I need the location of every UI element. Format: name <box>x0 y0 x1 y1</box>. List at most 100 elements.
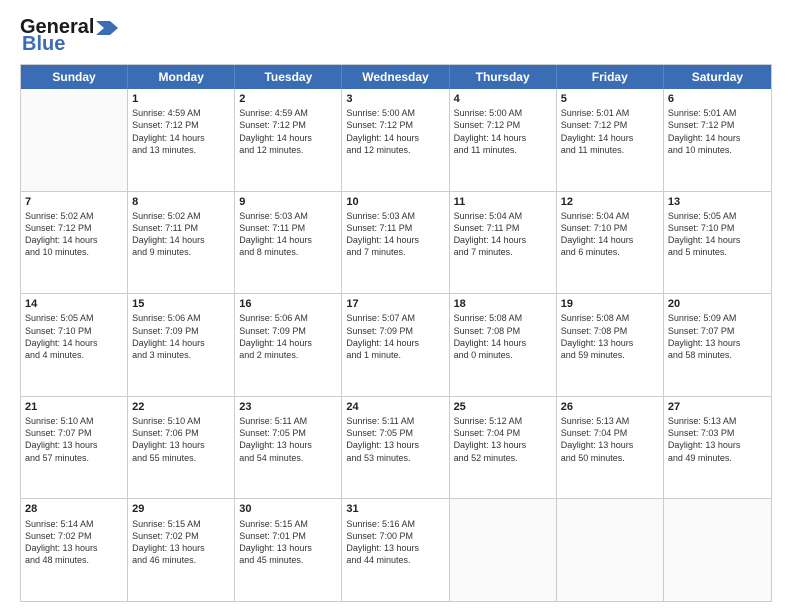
cal-cell: 11Sunrise: 5:04 AM Sunset: 7:11 PM Dayli… <box>450 192 557 294</box>
cal-cell: 22Sunrise: 5:10 AM Sunset: 7:06 PM Dayli… <box>128 397 235 499</box>
day-info: Sunrise: 4:59 AM Sunset: 7:12 PM Dayligh… <box>132 107 230 156</box>
day-info: Sunrise: 5:10 AM Sunset: 7:06 PM Dayligh… <box>132 415 230 464</box>
day-number: 3 <box>346 92 444 106</box>
day-number: 19 <box>561 297 659 311</box>
day-info: Sunrise: 5:04 AM Sunset: 7:11 PM Dayligh… <box>454 210 552 259</box>
day-info: Sunrise: 5:15 AM Sunset: 7:02 PM Dayligh… <box>132 518 230 567</box>
cal-cell: 28 Sunrise: 5:14 AM Sunset: 7:02 PM Dayli… <box>21 499 128 601</box>
day-info: Sunrise: 5:04 AM Sunset: 7:10 PM Dayligh… <box>561 210 659 259</box>
day-number: 9 <box>239 195 337 209</box>
day-number: 14 <box>25 297 123 311</box>
cal-cell: 4Sunrise: 5:00 AM Sunset: 7:12 PM Daylig… <box>450 89 557 191</box>
cal-cell: 21Sunrise: 5:10 AM Sunset: 7:07 PM Dayli… <box>21 397 128 499</box>
day-info: Sunrise: 5:06 AM Sunset: 7:09 PM Dayligh… <box>132 312 230 361</box>
cal-cell <box>557 499 664 601</box>
weekday-sunday: Sunday <box>21 65 128 89</box>
cal-cell: 24Sunrise: 5:11 AM Sunset: 7:05 PM Dayli… <box>342 397 449 499</box>
cal-cell: 5Sunrise: 5:01 AM Sunset: 7:12 PM Daylig… <box>557 89 664 191</box>
cal-cell: 20Sunrise: 5:09 AM Sunset: 7:07 PM Dayli… <box>664 294 771 396</box>
weekday-monday: Monday <box>128 65 235 89</box>
day-number: 15 <box>132 297 230 311</box>
day-info: Sunrise: 5:00 AM Sunset: 7:12 PM Dayligh… <box>454 107 552 156</box>
day-number: 29 <box>132 502 230 516</box>
day-number: 18 <box>454 297 552 311</box>
day-info: Sunrise: 5:02 AM Sunset: 7:11 PM Dayligh… <box>132 210 230 259</box>
day-number: 13 <box>668 195 767 209</box>
day-number: 23 <box>239 400 337 414</box>
logo-icon <box>96 19 118 37</box>
week-row-3: 14Sunrise: 5:05 AM Sunset: 7:10 PM Dayli… <box>21 294 771 397</box>
cal-cell: 23Sunrise: 5:11 AM Sunset: 7:05 PM Dayli… <box>235 397 342 499</box>
cal-cell: 3Sunrise: 5:00 AM Sunset: 7:12 PM Daylig… <box>342 89 449 191</box>
day-number: 22 <box>132 400 230 414</box>
day-number: 21 <box>25 400 123 414</box>
weekday-tuesday: Tuesday <box>235 65 342 89</box>
cal-cell: 19Sunrise: 5:08 AM Sunset: 7:08 PM Dayli… <box>557 294 664 396</box>
day-number: 8 <box>132 195 230 209</box>
day-info: Sunrise: 5:15 AM Sunset: 7:01 PM Dayligh… <box>239 518 337 567</box>
week-row-2: 7Sunrise: 5:02 AM Sunset: 7:12 PM Daylig… <box>21 192 771 295</box>
day-info: Sunrise: 5:13 AM Sunset: 7:04 PM Dayligh… <box>561 415 659 464</box>
day-number: 4 <box>454 92 552 106</box>
cal-cell: 26Sunrise: 5:13 AM Sunset: 7:04 PM Dayli… <box>557 397 664 499</box>
weekday-saturday: Saturday <box>664 65 771 89</box>
logo: General Blue <box>20 16 118 56</box>
day-info: Sunrise: 5:01 AM Sunset: 7:12 PM Dayligh… <box>561 107 659 156</box>
day-info: Sunrise: 5:08 AM Sunset: 7:08 PM Dayligh… <box>454 312 552 361</box>
day-info: Sunrise: 5:13 AM Sunset: 7:03 PM Dayligh… <box>668 415 767 464</box>
day-info: Sunrise: 5:08 AM Sunset: 7:08 PM Dayligh… <box>561 312 659 361</box>
day-number: 5 <box>561 92 659 106</box>
cal-cell <box>450 499 557 601</box>
weekday-friday: Friday <box>557 65 664 89</box>
cal-cell: 1Sunrise: 4:59 AM Sunset: 7:12 PM Daylig… <box>128 89 235 191</box>
day-info: Sunrise: 5:12 AM Sunset: 7:04 PM Dayligh… <box>454 415 552 464</box>
day-info: Sunrise: 5:05 AM Sunset: 7:10 PM Dayligh… <box>25 312 123 361</box>
day-info: Sunrise: 5:11 AM Sunset: 7:05 PM Dayligh… <box>346 415 444 464</box>
cal-cell: 13Sunrise: 5:05 AM Sunset: 7:10 PM Dayli… <box>664 192 771 294</box>
day-number: 28 <box>25 502 123 516</box>
cal-cell: 27Sunrise: 5:13 AM Sunset: 7:03 PM Dayli… <box>664 397 771 499</box>
week-row-4: 21Sunrise: 5:10 AM Sunset: 7:07 PM Dayli… <box>21 397 771 500</box>
cal-cell: 25Sunrise: 5:12 AM Sunset: 7:04 PM Dayli… <box>450 397 557 499</box>
day-info: Sunrise: 5:11 AM Sunset: 7:05 PM Dayligh… <box>239 415 337 464</box>
day-info: Sunrise: 5:06 AM Sunset: 7:09 PM Dayligh… <box>239 312 337 361</box>
cal-cell <box>664 499 771 601</box>
day-info: Sunrise: 4:59 AM Sunset: 7:12 PM Dayligh… <box>239 107 337 156</box>
cal-cell: 7Sunrise: 5:02 AM Sunset: 7:12 PM Daylig… <box>21 192 128 294</box>
week-row-5: 28 Sunrise: 5:14 AM Sunset: 7:02 PM Dayli… <box>21 499 771 601</box>
day-number: 17 <box>346 297 444 311</box>
day-number: 11 <box>454 195 552 209</box>
week-row-1: 1Sunrise: 4:59 AM Sunset: 7:12 PM Daylig… <box>21 89 771 192</box>
cal-cell <box>21 89 128 191</box>
cal-cell: 16Sunrise: 5:06 AM Sunset: 7:09 PM Dayli… <box>235 294 342 396</box>
cal-cell: 14Sunrise: 5:05 AM Sunset: 7:10 PM Dayli… <box>21 294 128 396</box>
day-number: 10 <box>346 195 444 209</box>
day-info: Sunrise: 5:00 AM Sunset: 7:12 PM Dayligh… <box>346 107 444 156</box>
day-info: Sunrise: 5:07 AM Sunset: 7:09 PM Dayligh… <box>346 312 444 361</box>
cal-cell: 9Sunrise: 5:03 AM Sunset: 7:11 PM Daylig… <box>235 192 342 294</box>
day-info: Sunrise: 5:01 AM Sunset: 7:12 PM Dayligh… <box>668 107 767 156</box>
day-number: 7 <box>25 195 123 209</box>
cal-cell: 18Sunrise: 5:08 AM Sunset: 7:08 PM Dayli… <box>450 294 557 396</box>
calendar-header: SundayMondayTuesdayWednesdayThursdayFrid… <box>21 65 771 89</box>
day-number: 27 <box>668 400 767 414</box>
day-number: 2 <box>239 92 337 106</box>
calendar-body: 1Sunrise: 4:59 AM Sunset: 7:12 PM Daylig… <box>21 89 771 601</box>
cal-cell: 12Sunrise: 5:04 AM Sunset: 7:10 PM Dayli… <box>557 192 664 294</box>
day-number: 6 <box>668 92 767 106</box>
cal-cell: 10Sunrise: 5:03 AM Sunset: 7:11 PM Dayli… <box>342 192 449 294</box>
cal-cell: 29 Sunrise: 5:15 AM Sunset: 7:02 PM Dayli… <box>128 499 235 601</box>
day-number: 31 <box>346 502 444 516</box>
day-number: 30 <box>239 502 337 516</box>
day-number: 25 <box>454 400 552 414</box>
cal-cell: 15Sunrise: 5:06 AM Sunset: 7:09 PM Dayli… <box>128 294 235 396</box>
day-number: 26 <box>561 400 659 414</box>
cal-cell: 17Sunrise: 5:07 AM Sunset: 7:09 PM Dayli… <box>342 294 449 396</box>
calendar-page: General Blue SundayMondayTuesdayWednesda… <box>0 0 792 612</box>
day-info: Sunrise: 5:02 AM Sunset: 7:12 PM Dayligh… <box>25 210 123 259</box>
day-number: 12 <box>561 195 659 209</box>
day-info: Sunrise: 5:09 AM Sunset: 7:07 PM Dayligh… <box>668 312 767 361</box>
day-info: Sunrise: 5:14 AM Sunset: 7:02 PM Dayligh… <box>25 518 123 567</box>
cal-cell: 8Sunrise: 5:02 AM Sunset: 7:11 PM Daylig… <box>128 192 235 294</box>
calendar: SundayMondayTuesdayWednesdayThursdayFrid… <box>20 64 772 602</box>
